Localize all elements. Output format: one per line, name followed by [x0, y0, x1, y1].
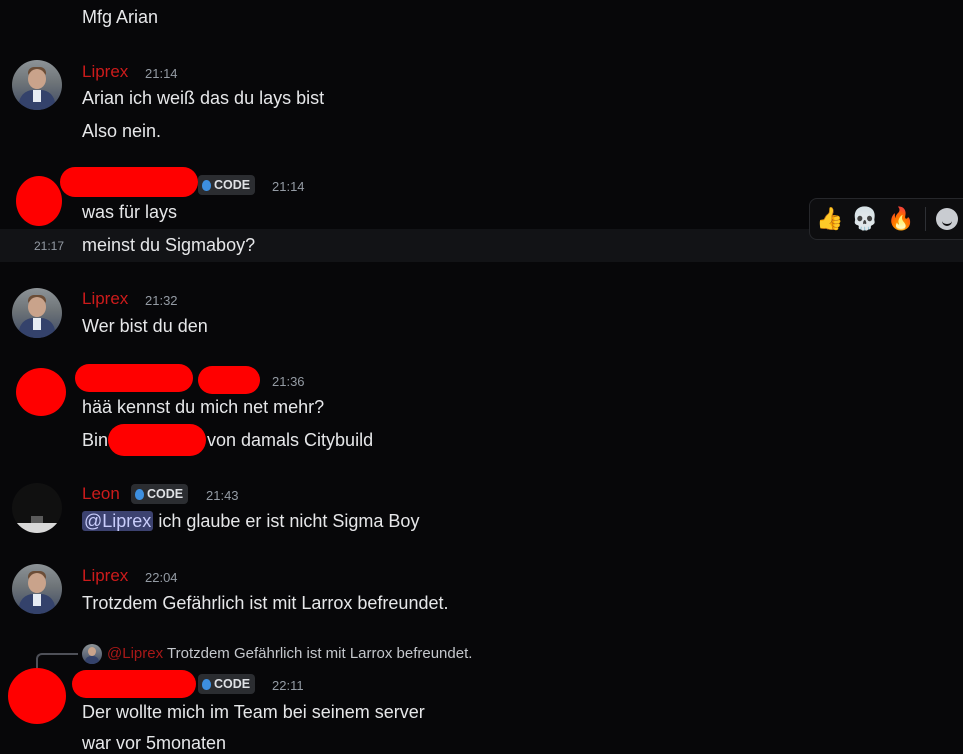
- toolbar-divider: [925, 207, 926, 231]
- reply-author[interactable]: @Liprex: [107, 645, 163, 662]
- avatar[interactable]: [12, 60, 62, 110]
- message-text: war vor 5monaten: [82, 733, 227, 753]
- message-text-body: ich glaube er ist nicht Sigma Boy: [153, 511, 420, 531]
- message-text: Trotzdem Gefährlich ist mit Larrox befre…: [82, 593, 449, 613]
- message-text: Wer bist du den: [82, 316, 208, 336]
- flame-icon: [202, 678, 211, 690]
- reply-snippet: Trotzdem Gefährlich ist mit Larrox befre…: [167, 645, 473, 662]
- message-text: Der wollte mich im Team bei seinem serve…: [82, 702, 425, 722]
- author-name[interactable]: Liprex: [82, 62, 128, 82]
- fire-icon[interactable]: 🔥: [887, 205, 915, 233]
- redacted-text: [108, 424, 206, 456]
- avatar[interactable]: [16, 368, 66, 416]
- reply-preview[interactable]: @Liprex Trotzdem Gefährlich ist mit Larr…: [107, 645, 472, 663]
- redacted-author-name[interactable]: [60, 167, 198, 197]
- author-name[interactable]: Liprex: [82, 289, 128, 309]
- message-text: Bin: [82, 430, 109, 450]
- flame-icon: [135, 488, 144, 500]
- message-text: was für lays: [82, 202, 178, 222]
- user-mention[interactable]: @Liprex: [82, 511, 154, 531]
- flame-icon: [202, 179, 211, 191]
- avatar[interactable]: [16, 176, 62, 226]
- message-actions-toolbar: 👍 💀 🔥: [809, 198, 963, 240]
- message-text: Also nein.: [82, 121, 162, 141]
- server-tag-label: CODE: [214, 178, 251, 192]
- avatar[interactable]: [8, 668, 66, 724]
- timestamp: 21:14: [145, 66, 178, 81]
- message-text: Arian ich weiß das du lays bist: [82, 88, 325, 108]
- avatar[interactable]: [12, 564, 62, 614]
- message-text: @Liprex ich glaube er ist nicht Sigma Bo…: [82, 510, 419, 532]
- avatar[interactable]: [12, 288, 62, 338]
- skull-icon[interactable]: 💀: [851, 205, 879, 233]
- message-text: von damals Citybuild: [207, 430, 374, 450]
- hover-timestamp: 21:17: [34, 239, 65, 253]
- add-reaction-icon[interactable]: [936, 208, 958, 230]
- redacted-author-name[interactable]: [72, 670, 196, 698]
- timestamp: 21:14: [272, 179, 305, 194]
- timestamp: 21:32: [145, 293, 178, 308]
- avatar[interactable]: [12, 483, 62, 533]
- timestamp: 22:11: [272, 678, 304, 693]
- server-tag[interactable]: CODE: [198, 674, 256, 694]
- redacted-author-name[interactable]: [75, 364, 193, 392]
- thumbs-up-icon[interactable]: 👍: [816, 205, 844, 233]
- message-text: Mfg Arian: [82, 7, 159, 27]
- server-tag[interactable]: CODE: [198, 175, 256, 195]
- message-text: hää kennst du mich net mehr?: [82, 397, 325, 417]
- server-tag[interactable]: CODE: [131, 484, 189, 504]
- timestamp: 21:36: [272, 374, 305, 389]
- reply-avatar: [82, 644, 102, 664]
- timestamp: 21:43: [206, 488, 239, 503]
- server-tag-label: CODE: [214, 677, 251, 691]
- author-name[interactable]: Leon: [82, 484, 120, 504]
- message-text: meinst du Sigmaboy?: [82, 235, 256, 255]
- author-name[interactable]: Liprex: [82, 566, 128, 586]
- timestamp: 22:04: [145, 570, 178, 585]
- redacted-server-tag[interactable]: [198, 366, 260, 394]
- server-tag-label: CODE: [147, 487, 184, 501]
